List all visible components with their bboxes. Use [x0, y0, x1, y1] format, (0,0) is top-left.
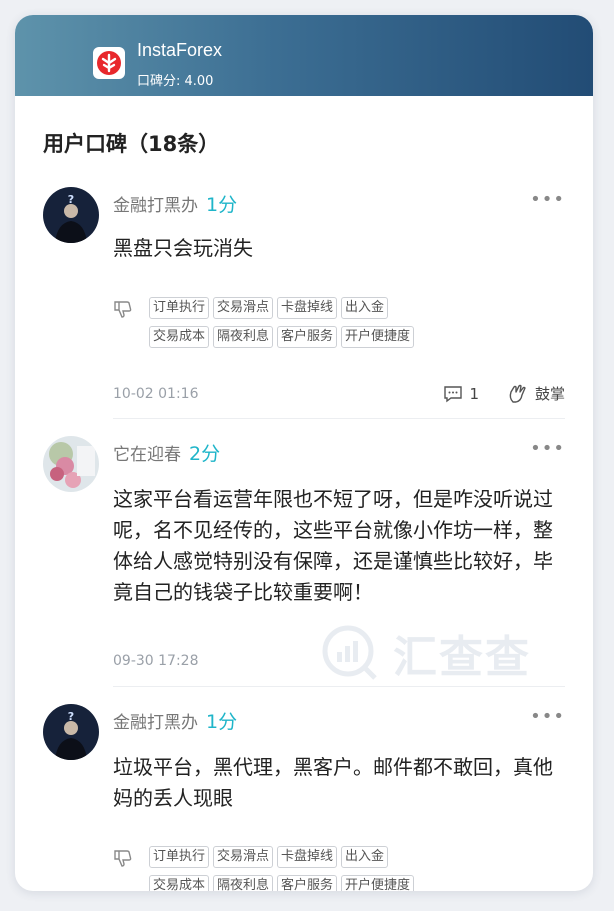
- section-title: 用户口碑（18条）: [43, 132, 220, 156]
- watermark: 汇查查: [321, 618, 561, 688]
- tag: 交易成本: [149, 875, 210, 891]
- tag: 出入金: [341, 297, 389, 319]
- tag: 订单执行: [149, 297, 210, 319]
- review-author[interactable]: 它在迎春 2分: [113, 439, 220, 466]
- comment-icon: [444, 385, 463, 402]
- tag: 交易滑点: [213, 297, 274, 319]
- author-name[interactable]: 它在迎春: [113, 445, 181, 465]
- tag: 开户便捷度: [341, 326, 415, 348]
- tag: 隔夜利息: [213, 326, 274, 348]
- tag: 交易滑点: [213, 846, 274, 868]
- broker-review-card: InstaForex 口碑分: 4.00 用户口碑（18条） ? 金融打黑办 1分…: [15, 15, 593, 891]
- tag: 卡盘掉线: [277, 846, 338, 868]
- tag-row: 订单执行 交易滑点 卡盘掉线 出入金: [149, 846, 389, 868]
- tag: 订单执行: [149, 846, 210, 868]
- tag: 交易成本: [149, 326, 210, 348]
- review-score: 2分: [189, 443, 221, 465]
- more-options-icon[interactable]: •••: [530, 706, 565, 727]
- review-author[interactable]: 金融打黑办 1分: [113, 707, 237, 734]
- broker-header: InstaForex 口碑分: 4.00: [15, 15, 593, 96]
- author-name[interactable]: 金融打黑办: [113, 196, 198, 216]
- review-item: ? 金融打黑办 1分 ••• 黑盘只会玩消失 订单执行 交易滑点 卡盘掉线 出入金…: [43, 187, 565, 427]
- avatar[interactable]: ?: [43, 704, 99, 760]
- tag: 出入金: [341, 846, 389, 868]
- clap-icon: [509, 384, 526, 403]
- comment-button[interactable]: 1: [443, 385, 479, 403]
- review-score: 1分: [206, 711, 238, 733]
- review-score: 1分: [206, 194, 238, 216]
- svg-text:?: ?: [68, 193, 74, 206]
- thumbs-down-icon[interactable]: [113, 848, 133, 868]
- thumbs-down-icon[interactable]: [113, 299, 133, 319]
- review-author[interactable]: 金融打黑办 1分: [113, 190, 237, 217]
- svg-text:?: ?: [68, 710, 74, 723]
- more-options-icon[interactable]: •••: [530, 189, 565, 210]
- divider: [113, 418, 565, 419]
- broker-rating: 口碑分: 4.00: [137, 74, 214, 89]
- tag-row: 交易成本 隔夜利息 客户服务 开户便捷度: [149, 326, 415, 348]
- tag: 隔夜利息: [213, 875, 274, 891]
- author-name[interactable]: 金融打黑办: [113, 713, 198, 733]
- avatar[interactable]: [43, 436, 99, 492]
- comment-count: 1: [469, 384, 479, 403]
- review-content: 这家平台看运营年限也不短了呀，但是咋没听说过呢，名不见经传的，这些平台就像小作坊…: [113, 487, 553, 604]
- tag-row: 订单执行 交易滑点 卡盘掉线 出入金: [149, 297, 389, 319]
- review-content: 垃圾平台，黑代理，黑客户。邮件都不敢回，真他妈的丢人现眼: [113, 755, 553, 810]
- avatar[interactable]: ?: [43, 187, 99, 243]
- review-time: 10-02 01:16: [113, 386, 199, 402]
- tag: 客户服务: [277, 326, 338, 348]
- tag: 卡盘掉线: [277, 297, 338, 319]
- review-actions: 1 鼓掌: [415, 383, 565, 404]
- tag: 客户服务: [277, 875, 338, 891]
- applaud-label: 鼓掌: [534, 385, 565, 403]
- review-time: 09-30 17:28: [113, 653, 199, 669]
- applaud-button[interactable]: 鼓掌: [507, 383, 565, 404]
- watermark-logo-icon: [322, 625, 377, 680]
- review-item: ? 金融打黑办 1分 ••• 垃圾平台，黑代理，黑客户。邮件都不敢回，真他妈的丢人…: [43, 704, 565, 891]
- divider: [113, 686, 565, 687]
- broker-name: InstaForex: [137, 40, 223, 60]
- more-options-icon[interactable]: •••: [530, 438, 565, 459]
- watermark-text: 汇查查: [393, 632, 531, 683]
- broker-logo: [93, 47, 125, 79]
- review-content: 黑盘只会玩消失: [113, 236, 253, 260]
- tag: 开户便捷度: [341, 875, 415, 891]
- tag-row: 交易成本 隔夜利息 客户服务 开户便捷度: [149, 875, 415, 891]
